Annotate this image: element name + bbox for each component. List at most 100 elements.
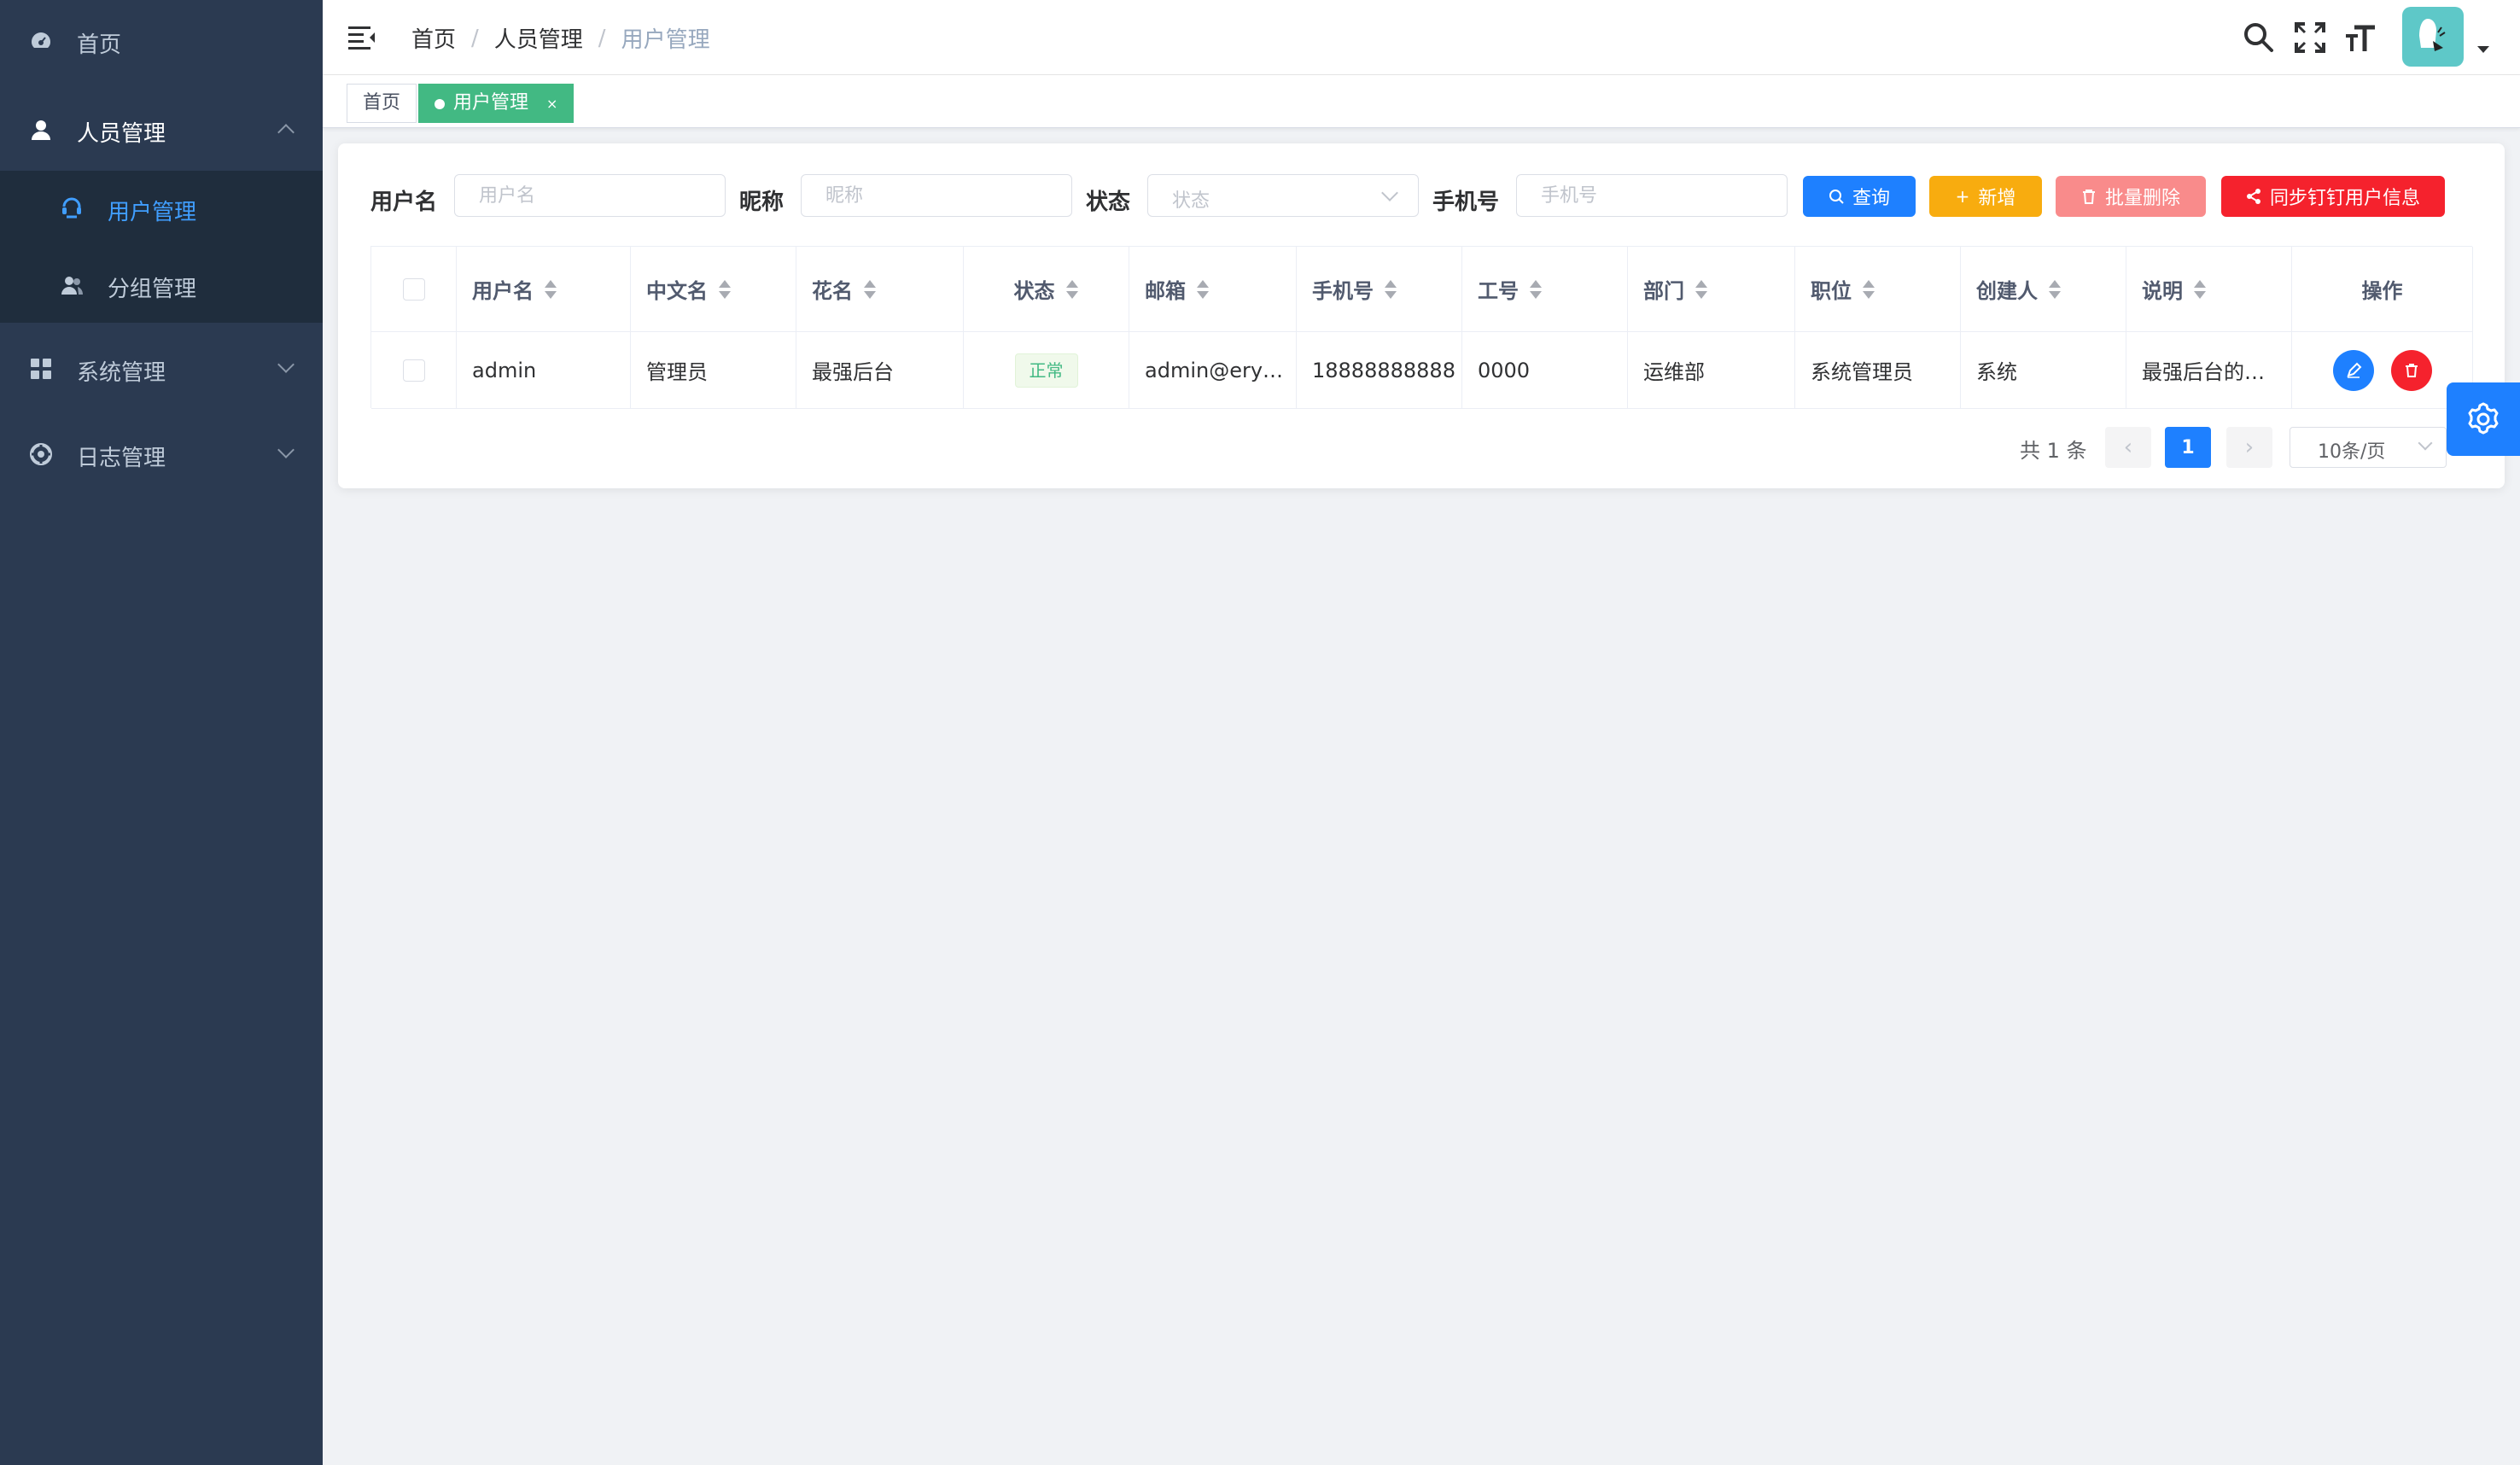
user-icon (32, 120, 50, 140)
edit-button[interactable] (2332, 349, 2374, 391)
sidebar-item-log[interactable]: 日志管理 (0, 413, 323, 495)
chevron-down-icon (277, 441, 295, 458)
sync-dingtalk-button[interactable]: 同步钉钉用户信息 (2221, 176, 2445, 217)
cell-status: 正常 (964, 332, 1129, 409)
gear-icon (2468, 402, 2499, 435)
sort-icon[interactable] (1196, 278, 1210, 301)
avatar-image-icon (2419, 19, 2446, 51)
cell-description: 最强后台的… (2126, 332, 2292, 409)
breadcrumb-separator: / (598, 25, 606, 51)
cell-email: admin@ery… (1129, 332, 1297, 409)
chevron-down-icon (1381, 184, 1398, 201)
username-input[interactable] (454, 174, 726, 217)
share-icon (2246, 189, 2260, 204)
table-row (371, 332, 457, 409)
sidebar-item-user-manage[interactable]: 用户管理 (0, 171, 323, 248)
status-badge: 正常 (1014, 353, 1078, 388)
app-root: 首页 人员管理 用户管理 分组管理 系统管理 日志管理 首页 / 人员管理 / … (0, 0, 2520, 1465)
sidebar-item-label: 人员管理 (77, 121, 166, 147)
user-manage-icon (62, 197, 81, 219)
status-select[interactable]: 状态 (1147, 174, 1419, 217)
breadcrumb-personnel[interactable]: 人员管理 (494, 22, 583, 54)
nickname-label: 昵称 (739, 190, 785, 215)
query-button[interactable]: 查询 (1803, 176, 1916, 217)
trash-icon (2405, 363, 2418, 377)
fullscreen-icon[interactable] (2293, 20, 2327, 55)
chevron-left-icon: ‹ (2123, 435, 2133, 460)
main-card: 用户名 昵称 状态 状态 手机号 查询 + 新增 批量删除 (338, 143, 2505, 488)
column-header[interactable]: 职位 (1795, 247, 1961, 332)
sort-icon[interactable] (1695, 278, 1708, 301)
sort-icon[interactable] (1384, 278, 1397, 301)
breadcrumb: 首页 / 人员管理 / 用户管理 (411, 22, 710, 54)
select-all-checkbox[interactable] (402, 277, 425, 301)
column-header[interactable]: 邮箱 (1129, 247, 1297, 332)
page-number[interactable]: 1 (2165, 427, 2211, 468)
sidebar-item-label: 首页 (77, 32, 122, 58)
column-header[interactable]: 工号 (1462, 247, 1628, 332)
column-header[interactable]: 用户名 (457, 247, 631, 332)
chevron-down-icon (277, 356, 295, 373)
caret-down-icon[interactable] (2477, 46, 2489, 53)
sidebar-item-system[interactable]: 系统管理 (0, 328, 323, 410)
pagination-total: 共 1 条 (2020, 439, 2087, 463)
sidebar-item-group-manage[interactable]: 分组管理 (0, 248, 323, 323)
column-header: 操作 (2292, 247, 2473, 332)
chevron-down-icon (2418, 435, 2433, 451)
grid-icon (31, 359, 51, 379)
sort-icon[interactable] (2048, 278, 2062, 301)
hamburger-icon[interactable] (348, 24, 376, 50)
active-dot-icon (435, 99, 445, 109)
trash-icon (2082, 190, 2095, 204)
prev-page-button[interactable]: ‹ (2105, 427, 2151, 468)
close-icon[interactable]: × (546, 96, 557, 112)
breadcrumb-separator: / (471, 25, 479, 51)
column-header[interactable]: 花名 (796, 247, 964, 332)
column-header[interactable]: 创建人 (1961, 247, 2126, 332)
sort-icon[interactable] (1065, 278, 1079, 301)
settings-button[interactable] (2447, 382, 2520, 456)
row-checkbox[interactable] (402, 359, 425, 382)
batch-delete-button[interactable]: 批量删除 (2056, 176, 2206, 217)
sort-icon[interactable] (718, 278, 732, 301)
navbar: 首页 / 人员管理 / 用户管理 (323, 0, 2520, 75)
breadcrumb-home[interactable]: 首页 (411, 22, 456, 54)
cell-phone: 18888888888 (1297, 332, 1462, 409)
tag-home[interactable]: 首页 (347, 84, 417, 123)
chevron-right-icon: › (2244, 435, 2255, 460)
status-label: 状态 (1086, 190, 1131, 215)
cell-department: 运维部 (1628, 332, 1795, 409)
column-header[interactable]: 手机号 (1297, 247, 1462, 332)
tag-user-manage[interactable]: 用户管理 × (418, 84, 575, 123)
group-icon (61, 277, 83, 295)
sort-icon[interactable] (2193, 278, 2207, 301)
phone-label: 手机号 (1432, 190, 1500, 215)
sidebar-item-personnel[interactable]: 人员管理 (0, 89, 323, 171)
cell-username: admin (457, 332, 631, 409)
tags-view: 首页 用户管理 × (323, 75, 2520, 128)
nickname-input[interactable] (801, 174, 1072, 217)
column-header[interactable]: 部门 (1628, 247, 1795, 332)
font-size-icon[interactable] (2344, 20, 2378, 55)
cell-position: 系统管理员 (1795, 332, 1961, 409)
sort-icon[interactable] (1529, 278, 1543, 301)
dashboard-icon (32, 32, 50, 48)
log-icon (30, 443, 52, 465)
avatar[interactable] (2402, 7, 2464, 67)
cell-creator: 系统 (1961, 332, 2126, 409)
phone-input[interactable] (1516, 174, 1788, 217)
sort-icon[interactable] (1862, 278, 1875, 301)
sort-icon[interactable] (863, 278, 877, 301)
user-table: 用户名 中文名 花名 状态 邮箱 手机号 工号 部门 职位 创建人 说明 操作 … (370, 246, 2473, 409)
sidebar-item-home[interactable]: 首页 (0, 0, 323, 82)
delete-button[interactable] (2390, 349, 2432, 391)
column-header[interactable]: 说明 (2126, 247, 2292, 332)
next-page-button[interactable]: › (2226, 427, 2272, 468)
sort-icon[interactable] (544, 278, 557, 301)
column-header[interactable]: 中文名 (631, 247, 796, 332)
username-label: 用户名 (370, 190, 438, 215)
column-header[interactable]: 状态 (964, 247, 1129, 332)
page-size-select[interactable]: 10条/页 (2290, 427, 2447, 468)
add-button[interactable]: + 新增 (1929, 176, 2042, 217)
search-icon[interactable] (2242, 20, 2276, 55)
